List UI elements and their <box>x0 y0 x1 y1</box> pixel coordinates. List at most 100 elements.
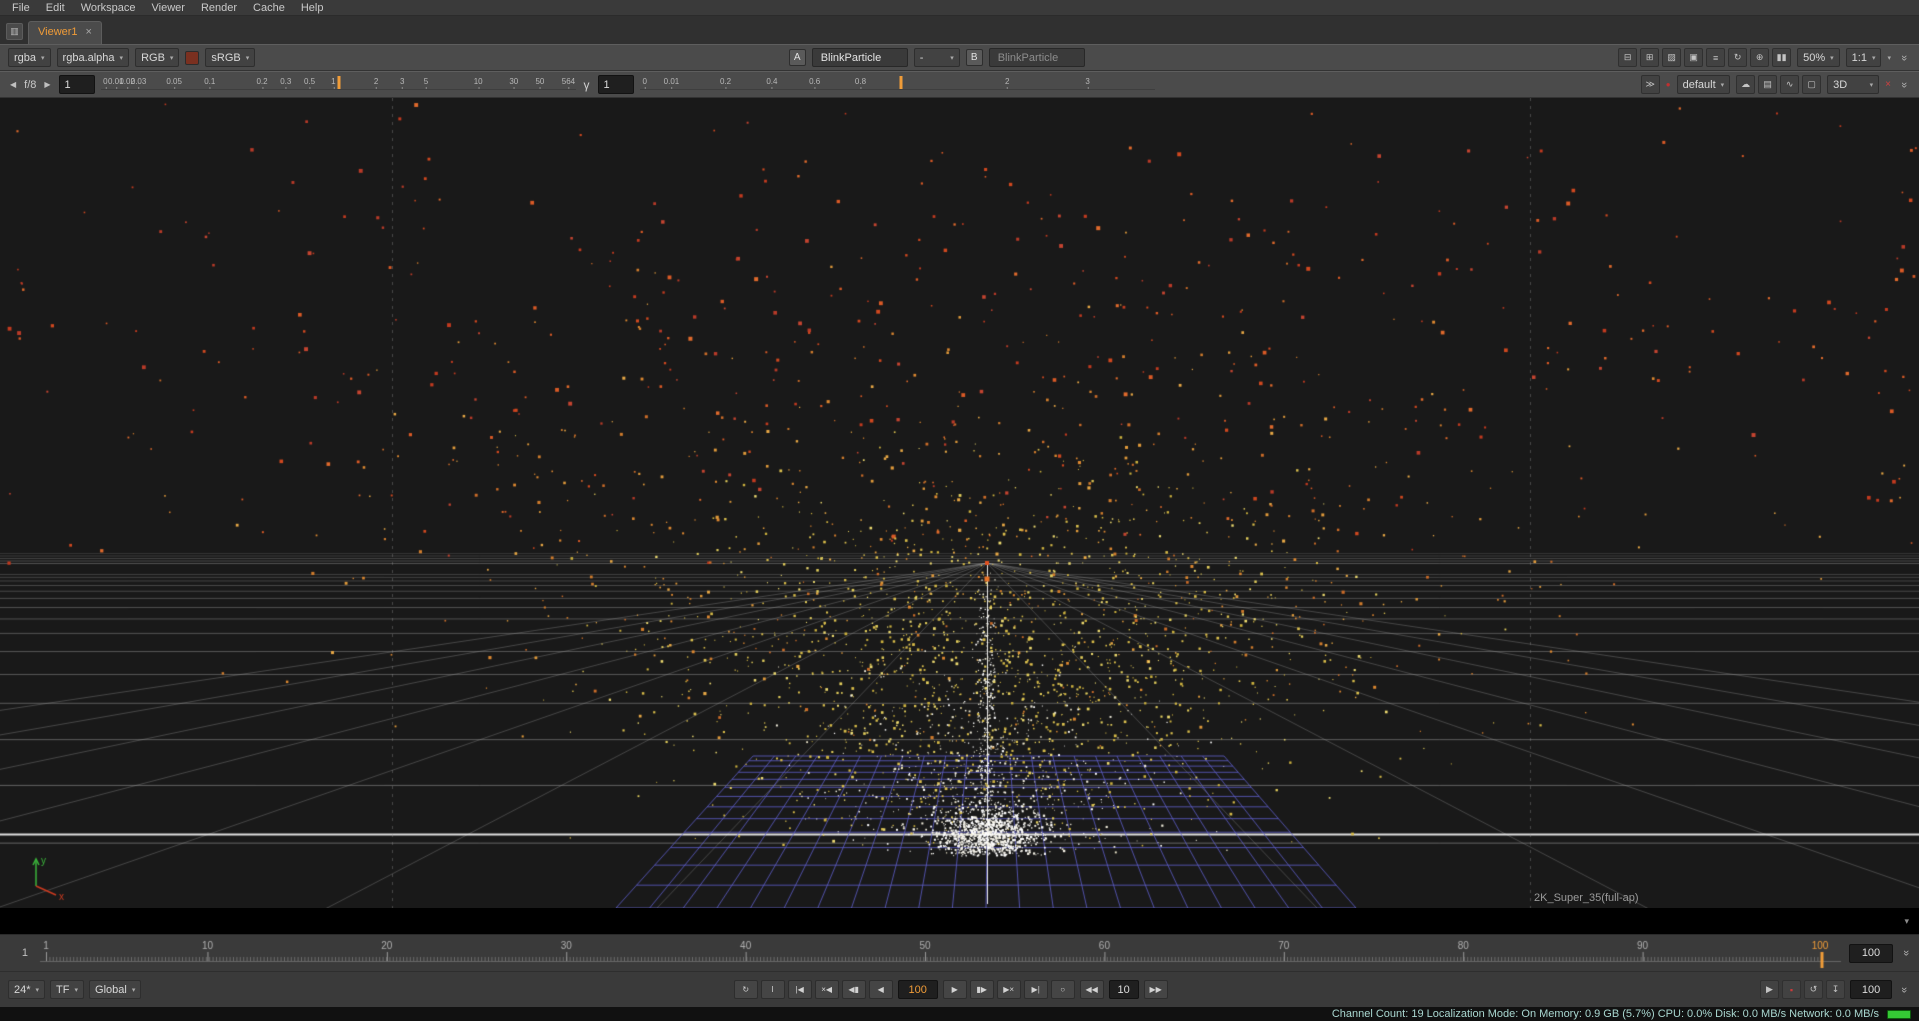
roi-box-icon[interactable]: ▢ <box>1802 75 1821 94</box>
gamma-slider[interactable]: 00.010.20.40.60.823 <box>640 74 1155 95</box>
channels-dropdown[interactable]: rgba▾ <box>8 48 51 67</box>
stack-icon[interactable]: ▤ <box>1758 75 1777 94</box>
timeline-collapse-icon[interactable]: » <box>1900 946 1912 960</box>
toolbar-collapse-icon[interactable]: » <box>1898 78 1910 92</box>
gain-tick: 0 <box>103 77 107 86</box>
wipe-dropdown[interactable]: default▾ <box>1677 75 1731 94</box>
tab-bar: ▥ Viewer1 × <box>0 16 1919 44</box>
tab-viewer1[interactable]: Viewer1 × <box>28 21 102 44</box>
play-backward-button[interactable]: ◀ <box>869 980 893 999</box>
play-forward-button[interactable]: ▶ <box>943 980 967 999</box>
input-a-value[interactable]: BlinkParticle <box>812 48 908 67</box>
menu-item[interactable]: Viewer <box>144 2 193 14</box>
status-bar: Channel Count: 19 Localization Mode: On … <box>0 1007 1919 1021</box>
jump-back-button[interactable]: ◀◀ <box>1080 980 1104 999</box>
prev-keyframe-button[interactable]: ×◀ <box>815 980 839 999</box>
next-keyframe-button[interactable]: ▶× <box>997 980 1021 999</box>
viewer-3d-viewport[interactable]: 2K_Super_35(full-ap) <box>0 98 1919 908</box>
close-viewer-icon[interactable]: × <box>1885 79 1891 90</box>
gain-slider[interactable]: 00.010.020.030.050.10.20.30.512351030505… <box>101 74 576 95</box>
gain-tick: 0.03 <box>131 77 147 86</box>
gamma-field[interactable]: 1 <box>598 75 634 94</box>
refresh-icon[interactable]: ↻ <box>1728 48 1747 67</box>
viewport-canvas[interactable] <box>0 98 1919 908</box>
menu-item[interactable]: Render <box>193 2 245 14</box>
gain-tick: 3 <box>400 77 404 86</box>
proxy-dropdown[interactable]: 1:1▾ <box>1846 48 1882 67</box>
transport-collapse-icon[interactable]: » <box>1898 983 1910 997</box>
input-a-button[interactable]: A <box>789 49 806 66</box>
status-text: Channel Count: 19 Localization Mode: On … <box>1332 1008 1879 1020</box>
input-process-icon[interactable]: ≫ <box>1641 75 1660 94</box>
gain-tick: 0.1 <box>204 77 215 86</box>
menu-item[interactable]: File <box>4 2 38 14</box>
gamma-tick: 0 <box>642 77 646 86</box>
render-icon[interactable]: ▪ <box>1782 980 1801 999</box>
gain-tick: 0.2 <box>256 77 267 86</box>
chevron-down-icon: ▾ <box>1721 81 1725 89</box>
playback-mode-button[interactable]: ↻ <box>734 980 758 999</box>
max-frame-field[interactable]: 100 <box>1850 980 1892 999</box>
chevron-down-icon[interactable]: ▾ <box>1904 916 1909 927</box>
timeline-end-field[interactable]: 100 <box>1849 944 1893 963</box>
display-channel-dropdown[interactable]: RGB▾ <box>135 48 179 67</box>
gain-tick: 0.05 <box>166 77 182 86</box>
colorspace-dropdown[interactable]: sRGB▾ <box>205 48 255 67</box>
loop-button[interactable]: ○ <box>1051 980 1075 999</box>
menu-item[interactable]: Cache <box>245 2 293 14</box>
chevron-down-icon: ▾ <box>41 54 45 62</box>
frame-increment-field[interactable]: 10 <box>1109 980 1139 999</box>
toolbar-collapse-icon[interactable]: » <box>1898 51 1910 65</box>
split-horizontal-icon[interactable]: ⊟ <box>1618 48 1637 67</box>
flipbook-icon[interactable]: ▶ <box>1760 980 1779 999</box>
transport-left-buttons: ↻I|◀×◀◀▮◀ <box>734 980 893 999</box>
layer-dropdown[interactable]: rgba.alpha▾ <box>57 48 130 67</box>
goto-end-button[interactable]: ▶| <box>1024 980 1048 999</box>
exposure-toolbar: ◀ f/8 ▶ 1 00.010.020.030.050.10.20.30.51… <box>0 71 1919 98</box>
export-icon[interactable]: ↧ <box>1826 980 1845 999</box>
sync-icon[interactable]: ↺ <box>1804 980 1823 999</box>
chevron-down-icon: ▾ <box>1870 81 1874 89</box>
viewer-menu-caret-icon[interactable]: ▾ <box>1887 54 1891 62</box>
zoom-dropdown[interactable]: 50%▾ <box>1797 48 1840 67</box>
timeline-ruler[interactable] <box>38 936 1843 970</box>
gain-tick: 0.5 <box>304 77 315 86</box>
crosshair-icon[interactable]: ⊕ <box>1750 48 1769 67</box>
split-vertical-icon[interactable]: ⊞ <box>1640 48 1659 67</box>
monitor-output-icon[interactable]: ▣ <box>1684 48 1703 67</box>
ab-mode-dropdown[interactable]: -▾ <box>914 48 960 67</box>
jump-forward-button[interactable]: ▶▶ <box>1144 980 1168 999</box>
gain-field[interactable]: 1 <box>59 75 95 94</box>
gain-tick: 2 <box>374 77 378 86</box>
checkerboard-icon[interactable]: ▨ <box>1662 48 1681 67</box>
goto-start-button[interactable]: |◀ <box>788 980 812 999</box>
pause-icon[interactable]: ▮▮ <box>1772 48 1791 67</box>
view-mode-dropdown[interactable]: 3D▾ <box>1827 75 1879 94</box>
gamma-slider-handle[interactable] <box>899 76 902 89</box>
gain-slider-handle[interactable] <box>338 76 341 89</box>
in-marker-button[interactable]: I <box>761 980 785 999</box>
current-frame-field[interactable]: 100 <box>898 980 938 999</box>
fps-dropdown[interactable]: 24*▾ <box>8 980 45 999</box>
input-b-button[interactable]: B <box>966 49 983 66</box>
curve-icon[interactable]: ∿ <box>1780 75 1799 94</box>
chevron-down-icon: ▾ <box>246 54 250 62</box>
range-mode-dropdown[interactable]: Global▾ <box>89 980 141 999</box>
roi-indicator-icon[interactable]: ● <box>1666 80 1671 89</box>
cloud-cache-icon[interactable]: ☁ <box>1736 75 1755 94</box>
timeline-format-dropdown[interactable]: TF▾ <box>50 980 84 999</box>
scanline-icon[interactable]: ≡ <box>1706 48 1725 67</box>
menu-item[interactable]: Workspace <box>73 2 144 14</box>
fstop-decrease-icon[interactable]: ◀ <box>8 80 18 89</box>
tab-close-icon[interactable]: × <box>86 26 92 44</box>
menu-item[interactable]: Edit <box>38 2 73 14</box>
pane-menu-icon[interactable]: ▥ <box>6 23 23 40</box>
step-forward-button[interactable]: ▮▶ <box>970 980 994 999</box>
background-color-swatch[interactable] <box>185 51 199 65</box>
menu-item[interactable]: Help <box>293 2 332 14</box>
fstop-increase-icon[interactable]: ▶ <box>42 80 52 89</box>
timeline-start-label[interactable]: 1 <box>6 947 32 959</box>
step-back-button[interactable]: ◀▮ <box>842 980 866 999</box>
chevron-down-icon: ▾ <box>170 54 174 62</box>
input-b-value[interactable]: BlinkParticle <box>989 48 1085 67</box>
